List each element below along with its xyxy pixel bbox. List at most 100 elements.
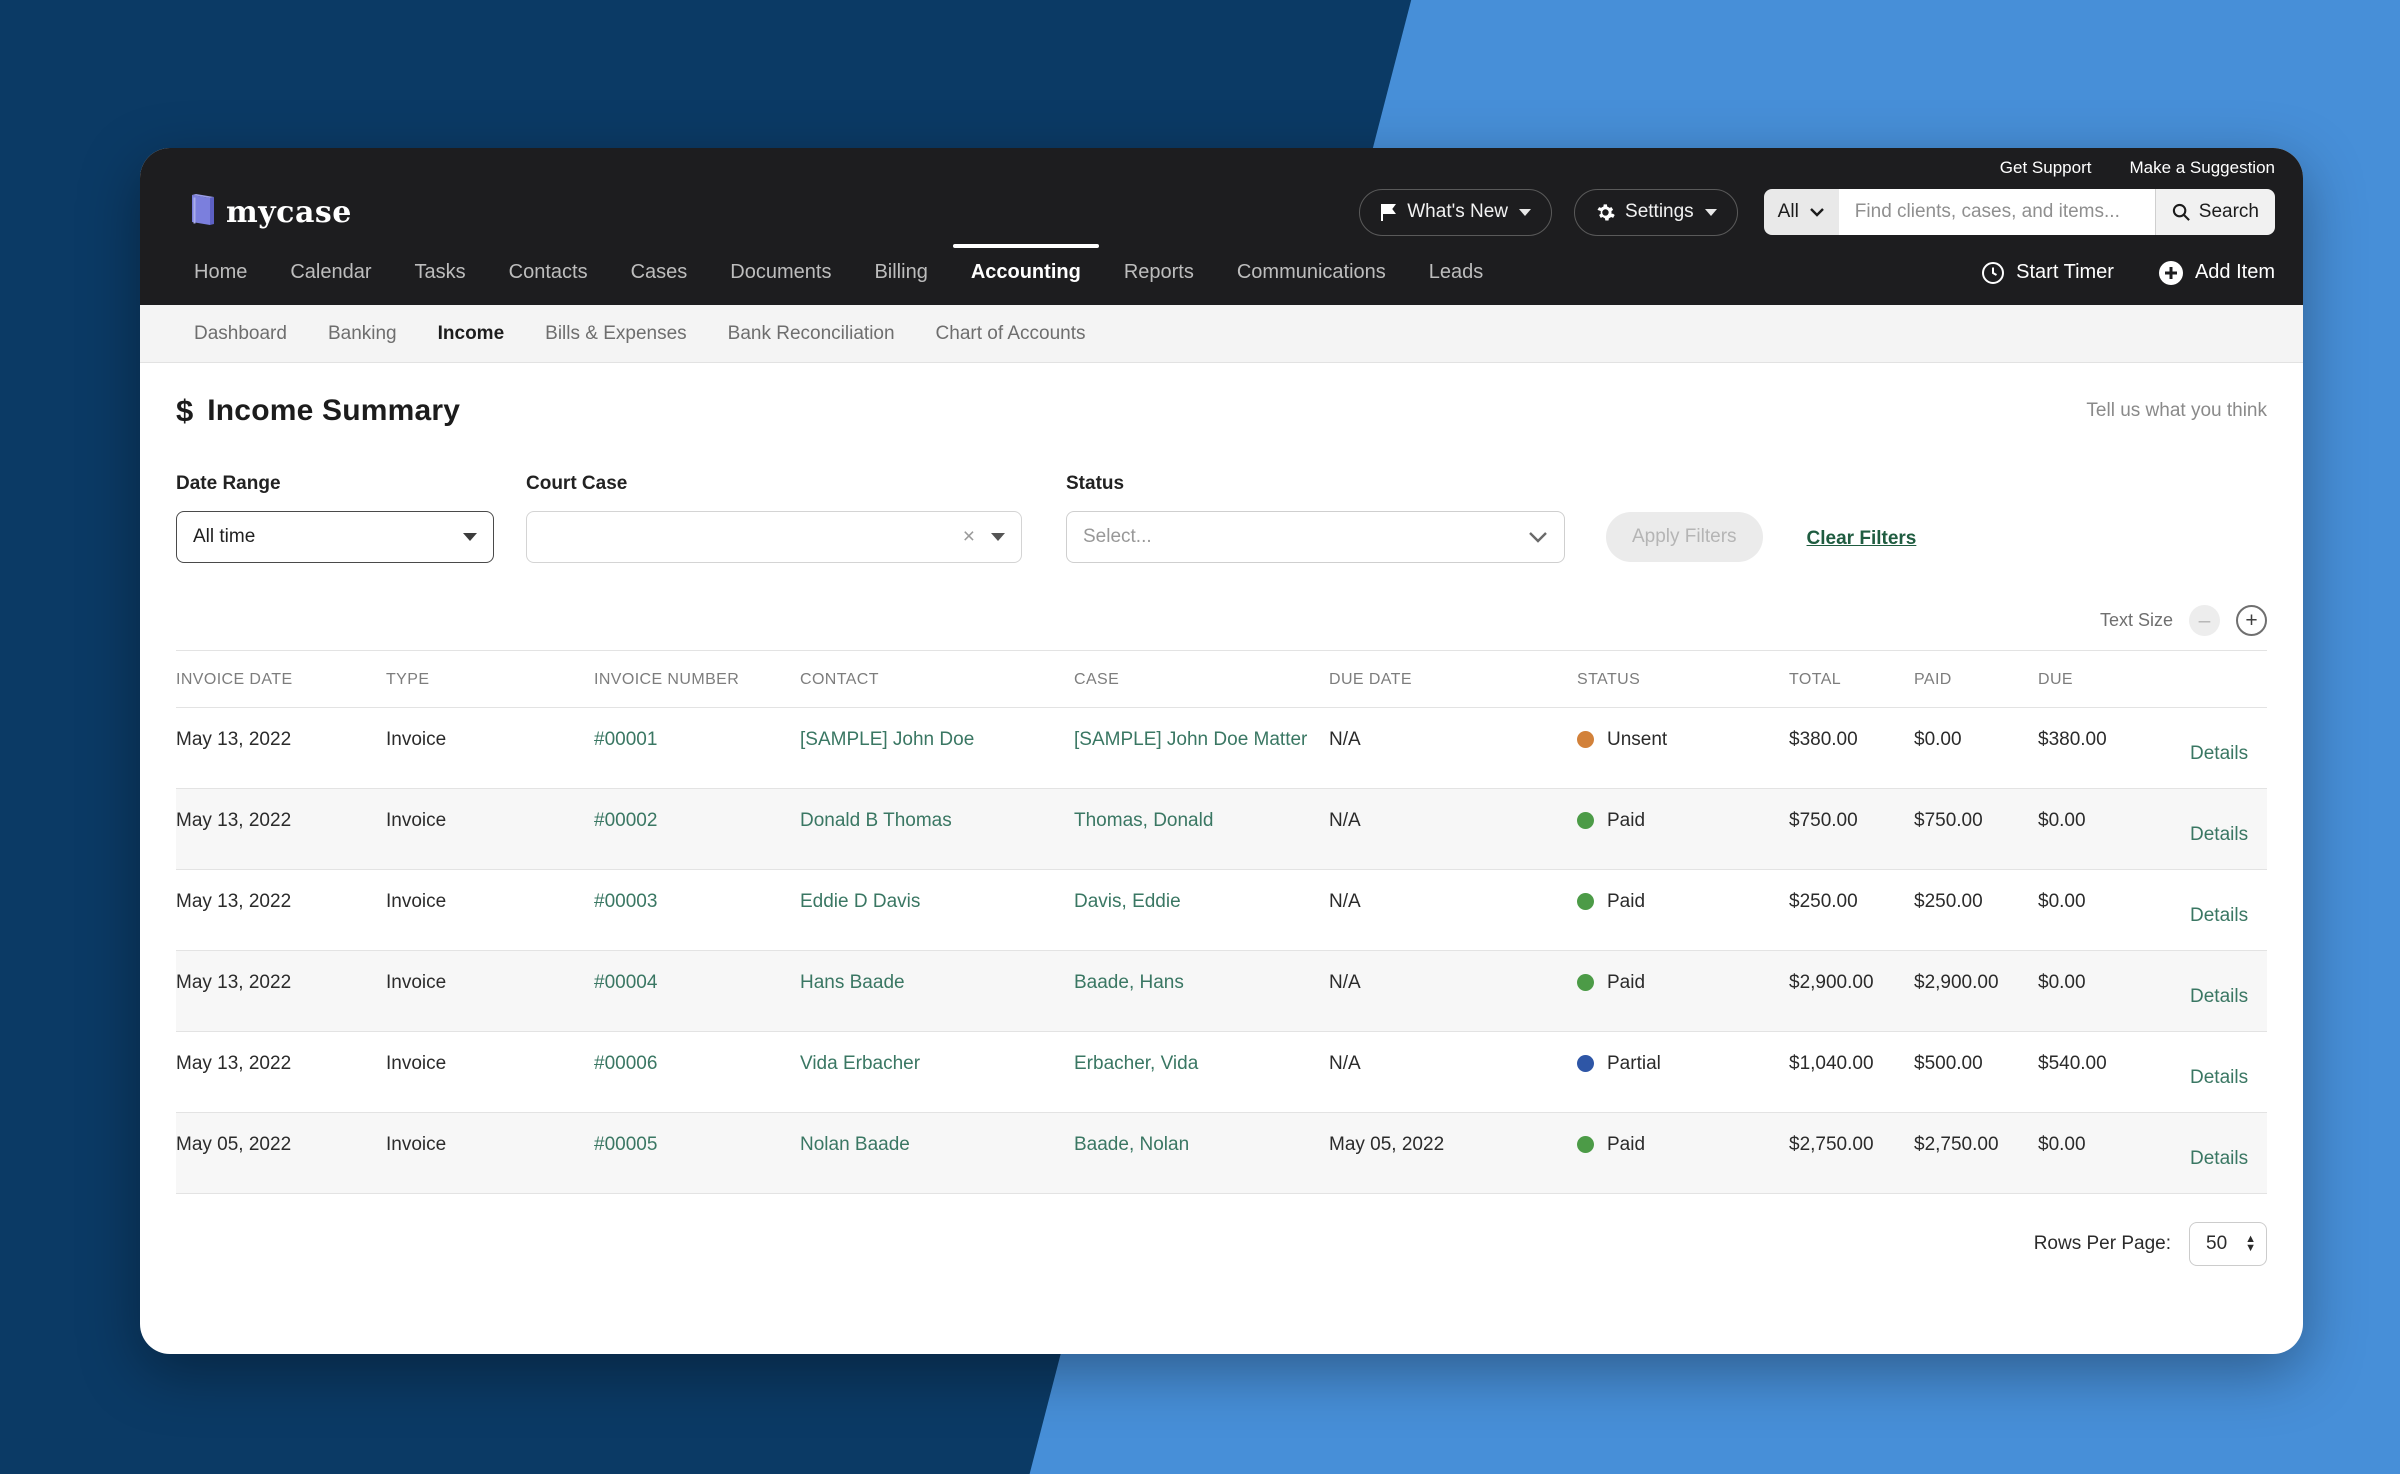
settings-button[interactable]: Settings [1574,189,1738,236]
cell-due: $0.00 [2038,1113,2190,1193]
court-case-combobox[interactable]: × [526,511,1022,563]
details-link[interactable]: Details [2190,951,2267,1031]
nav-item-calendar[interactable]: Calendar [290,244,371,301]
column-header-paid: PAID [1914,651,2038,707]
status-placeholder: Select... [1083,526,1152,548]
date-range-select[interactable]: All time [176,511,494,563]
nav-item-documents[interactable]: Documents [730,244,831,301]
details-link[interactable]: Details [2190,870,2267,950]
case-link[interactable]: Erbacher, Vida [1074,1032,1329,1112]
column-header-total: TOTAL [1789,651,1914,707]
start-timer-button[interactable]: Start Timer [1981,261,2114,285]
make-suggestion-link[interactable]: Make a Suggestion [2129,158,2275,178]
subnav-item-banking[interactable]: Banking [328,323,397,345]
apply-filters-button[interactable]: Apply Filters [1606,512,1763,562]
status-dot [1577,812,1594,829]
details-link[interactable]: Details [2190,1032,2267,1112]
invoice-number-link[interactable]: #00006 [594,1032,800,1112]
contact-link[interactable]: Eddie D Davis [800,870,1074,950]
page-title-text: Income Summary [207,394,460,428]
cell-status: Paid [1577,951,1789,1031]
utility-links: Get Support Make a Suggestion [140,148,2303,178]
clear-filters-link[interactable]: Clear Filters [1807,528,1917,550]
cell-status: Paid [1577,789,1789,869]
cell-type: Invoice [386,789,594,869]
subnav-item-bank-reconciliation[interactable]: Bank Reconciliation [728,323,895,345]
column-header-status: STATUS [1577,651,1789,707]
caret-down-icon [463,533,477,541]
get-support-link[interactable]: Get Support [2000,158,2092,178]
case-link[interactable]: [SAMPLE] John Doe Matter [1074,708,1329,788]
search-scope-dropdown[interactable]: All [1764,189,1839,235]
nav-item-home[interactable]: Home [194,244,247,301]
status-text: Partial [1607,1053,1661,1075]
column-header-due: DUE [2038,651,2190,707]
details-link[interactable]: Details [2190,789,2267,869]
details-link[interactable]: Details [2190,708,2267,788]
case-link[interactable]: Baade, Hans [1074,951,1329,1031]
cell-due: $0.00 [2038,789,2190,869]
clear-selection-icon[interactable]: × [963,525,975,549]
nav-item-reports[interactable]: Reports [1124,244,1194,301]
status-dot [1577,1055,1594,1072]
nav-item-cases[interactable]: Cases [631,244,688,301]
date-range-label: Date Range [176,473,526,495]
cell-due-date: N/A [1329,708,1577,788]
search-button[interactable]: Search [2155,189,2275,235]
table-row: May 13, 2022 Invoice #00006 Vida Erbache… [176,1032,2267,1113]
cell-due-date: N/A [1329,951,1577,1031]
text-size-increase-button[interactable]: + [2236,605,2267,636]
status-dot [1577,974,1594,991]
nav-actions: Start Timer Add Item [1981,260,2275,286]
add-item-button[interactable]: Add Item [2158,260,2275,286]
nav-item-communications[interactable]: Communications [1237,244,1386,301]
cell-paid: $2,750.00 [1914,1113,2038,1193]
case-link[interactable]: Thomas, Donald [1074,789,1329,869]
contact-link[interactable]: [SAMPLE] John Doe [800,708,1074,788]
invoice-number-link[interactable]: #00001 [594,708,800,788]
page-title: $ Income Summary [176,393,460,429]
status-text: Unsent [1607,729,1667,751]
add-item-label: Add Item [2195,261,2275,284]
income-table: INVOICE DATE TYPE INVOICE NUMBER CONTACT… [176,650,2267,1194]
subnav-item-bills-expenses[interactable]: Bills & Expenses [545,323,687,345]
search-input[interactable] [1839,189,2155,235]
invoice-number-link[interactable]: #00003 [594,870,800,950]
brand-wordmark: mycase [226,195,352,230]
nav-item-contacts[interactable]: Contacts [509,244,588,301]
nav-item-billing[interactable]: Billing [874,244,927,301]
invoice-number-link[interactable]: #00005 [594,1113,800,1193]
case-link[interactable]: Davis, Eddie [1074,870,1329,950]
contact-link[interactable]: Donald B Thomas [800,789,1074,869]
subnav-item-chart-of-accounts[interactable]: Chart of Accounts [936,323,1086,345]
cell-due: $0.00 [2038,951,2190,1031]
invoice-number-link[interactable]: #00002 [594,789,800,869]
mycase-logo[interactable]: mycase [186,193,352,232]
nav-item-accounting[interactable]: Accounting [971,244,1081,301]
cell-type: Invoice [386,951,594,1031]
status-select[interactable]: Select... [1066,511,1565,563]
cell-due: $0.00 [2038,870,2190,950]
nav-item-leads[interactable]: Leads [1429,244,1484,301]
cell-invoice-date: May 05, 2022 [176,1113,386,1193]
contact-link[interactable]: Hans Baade [800,951,1074,1031]
cell-type: Invoice [386,1113,594,1193]
subnav-item-income[interactable]: Income [438,323,505,345]
nav-item-tasks[interactable]: Tasks [415,244,466,301]
rows-per-page-select[interactable]: 50 ▲▼ [2189,1222,2267,1266]
top-bar: Get Support Make a Suggestion mycase [140,148,2303,305]
whats-new-button[interactable]: What's New [1359,189,1552,236]
contact-link[interactable]: Nolan Baade [800,1113,1074,1193]
feedback-link[interactable]: Tell us what you think [2086,400,2267,422]
global-search: All Search [1764,189,2275,235]
column-header-invoice-number: INVOICE NUMBER [594,651,800,707]
details-link[interactable]: Details [2190,1113,2267,1193]
cell-invoice-date: May 13, 2022 [176,1032,386,1112]
contact-link[interactable]: Vida Erbacher [800,1032,1074,1112]
text-size-decrease-button[interactable]: – [2189,605,2220,636]
case-link[interactable]: Baade, Nolan [1074,1113,1329,1193]
cell-paid: $0.00 [1914,708,2038,788]
subnav-item-dashboard[interactable]: Dashboard [194,323,287,345]
status-text: Paid [1607,810,1645,832]
invoice-number-link[interactable]: #00004 [594,951,800,1031]
